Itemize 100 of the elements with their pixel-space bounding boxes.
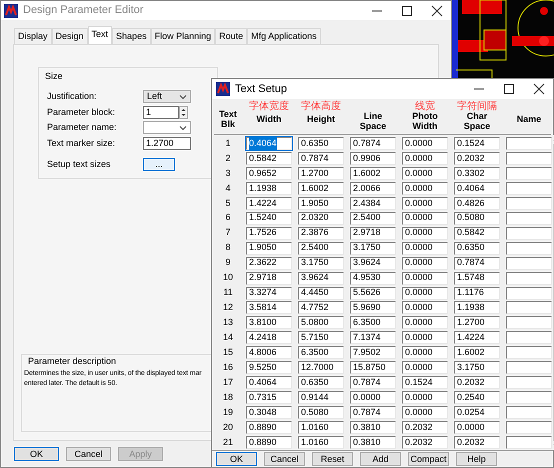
value-field[interactable]: 2.9718: [350, 226, 396, 240]
value-field[interactable]: 0.0000: [402, 272, 448, 285]
name-field[interactable]: [506, 376, 552, 390]
value-field[interactable]: 0.5842: [454, 226, 500, 240]
value-field[interactable]: 0.3302: [454, 166, 500, 180]
value-field[interactable]: 0.0000: [402, 136, 448, 150]
value-field[interactable]: 9.5250: [246, 361, 292, 374]
value-field[interactable]: 1.4224: [246, 196, 292, 210]
value-field[interactable]: 0.0254: [454, 406, 500, 420]
value-field[interactable]: 0.0000: [402, 331, 448, 344]
value-field[interactable]: 0.3048: [246, 406, 292, 420]
value-field[interactable]: 1.6002: [298, 182, 344, 195]
value-field[interactable]: 0.0000: [402, 226, 448, 240]
tab[interactable]: Flow Planning: [150, 28, 216, 44]
name-field[interactable]: [506, 331, 552, 344]
value-field[interactable]: 0.6350: [298, 376, 344, 390]
value-field[interactable]: 15.8750: [350, 361, 396, 374]
value-field[interactable]: 0.7874: [350, 376, 396, 390]
value-field[interactable]: 0.8890: [246, 421, 292, 434]
name-field[interactable]: [506, 436, 552, 450]
value-field[interactable]: 4.4450: [298, 286, 344, 300]
value-field[interactable]: 0.0000: [402, 316, 448, 330]
tab[interactable]: Display: [14, 28, 52, 44]
value-field[interactable]: 1.0160: [298, 421, 344, 434]
value-field[interactable]: 1.6002: [454, 346, 500, 360]
value-field[interactable]: 0.3810: [350, 436, 396, 450]
value-field[interactable]: 0.0000: [454, 421, 500, 434]
value-field[interactable]: 0.6350: [454, 242, 500, 255]
value-field[interactable]: 6.3500: [350, 316, 396, 330]
dialog-button[interactable]: Compact: [408, 452, 449, 466]
value-field[interactable]: 1.4224: [454, 331, 500, 344]
dialog-button[interactable]: OK: [216, 452, 257, 466]
value-field[interactable]: 4.7752: [298, 301, 344, 314]
value-field[interactable]: 0.7874: [298, 152, 344, 165]
maximize-icon[interactable]: [503, 83, 515, 95]
value-field[interactable]: 0.5842: [246, 152, 292, 165]
value-field[interactable]: 3.9624: [298, 272, 344, 285]
dialog-button[interactable]: Help: [456, 452, 497, 466]
value-field[interactable]: 0.6350: [298, 136, 344, 150]
value-field[interactable]: 3.5814: [246, 301, 292, 314]
tab[interactable]: Shapes: [112, 28, 151, 44]
name-field[interactable]: [506, 256, 552, 270]
value-field[interactable]: 0.0000: [402, 166, 448, 180]
dialog-button[interactable]: Add: [360, 452, 401, 466]
dialog-button[interactable]: Cancel: [264, 452, 305, 466]
value-field[interactable]: 0.0000: [402, 152, 448, 165]
name-field[interactable]: [506, 316, 552, 330]
value-field[interactable]: 5.0800: [298, 316, 344, 330]
name-field[interactable]: [506, 361, 552, 374]
value-field[interactable]: 0.4826: [454, 196, 500, 210]
value-field[interactable]: 0.7874: [454, 256, 500, 270]
value-field[interactable]: 0.1524: [402, 376, 448, 390]
value-field[interactable]: 0.2032: [402, 436, 448, 450]
value-field[interactable]: 0.4064: [246, 376, 292, 390]
value-field[interactable]: 0.4064: [454, 182, 500, 195]
value-field[interactable]: 12.7000: [298, 361, 344, 374]
value-field[interactable]: 3.1750: [350, 242, 396, 255]
name-field[interactable]: [506, 286, 552, 300]
name-field[interactable]: [506, 212, 552, 225]
tab[interactable]: Text: [88, 26, 112, 44]
spin-field[interactable]: 1: [143, 106, 179, 119]
value-field[interactable]: 0.9906: [350, 152, 396, 165]
value-field[interactable]: 0.3810: [350, 421, 396, 434]
value-field[interactable]: 0.7874: [350, 136, 396, 150]
name-field[interactable]: [506, 182, 552, 195]
value-field[interactable]: 0.8890: [246, 436, 292, 450]
dialog-button[interactable]: Reset: [312, 452, 353, 466]
value-field[interactable]: 2.4384: [350, 196, 396, 210]
value-field[interactable]: 1.2700: [298, 166, 344, 180]
value-field[interactable]: 5.9690: [350, 301, 396, 314]
value-field[interactable]: 2.3622: [246, 256, 292, 270]
value-field[interactable]: 0.4064: [246, 136, 292, 150]
value-field[interactable]: 0.2032: [454, 376, 500, 390]
value-field[interactable]: 0.0000: [350, 391, 396, 404]
value-field[interactable]: 0.5080: [454, 212, 500, 225]
text-field[interactable]: 1.2700: [143, 136, 191, 150]
value-field[interactable]: 2.0066: [350, 182, 396, 195]
value-field[interactable]: 1.9050: [298, 196, 344, 210]
dropdown[interactable]: Left: [143, 90, 191, 104]
value-field[interactable]: 1.7526: [246, 226, 292, 240]
value-field[interactable]: 1.1176: [454, 286, 500, 300]
value-field[interactable]: 0.0000: [402, 196, 448, 210]
dialog-button[interactable]: OK: [14, 447, 59, 461]
value-field[interactable]: 1.0160: [298, 436, 344, 450]
value-field[interactable]: 4.8006: [246, 346, 292, 360]
name-field[interactable]: [506, 136, 552, 150]
value-field[interactable]: 1.1938: [246, 182, 292, 195]
value-field[interactable]: 0.0000: [402, 301, 448, 314]
name-field[interactable]: [506, 196, 552, 210]
value-field[interactable]: 0.0000: [402, 391, 448, 404]
tab[interactable]: Mfg Applications: [247, 28, 321, 44]
value-field[interactable]: 0.0000: [402, 212, 448, 225]
value-field[interactable]: 2.9718: [246, 272, 292, 285]
name-field[interactable]: [506, 301, 552, 314]
close-icon[interactable]: [533, 83, 545, 95]
value-field[interactable]: 4.2418: [246, 331, 292, 344]
value-field[interactable]: 0.0000: [402, 286, 448, 300]
name-field[interactable]: [506, 242, 552, 255]
tab[interactable]: Route: [215, 28, 248, 44]
value-field[interactable]: 0.0000: [402, 406, 448, 420]
